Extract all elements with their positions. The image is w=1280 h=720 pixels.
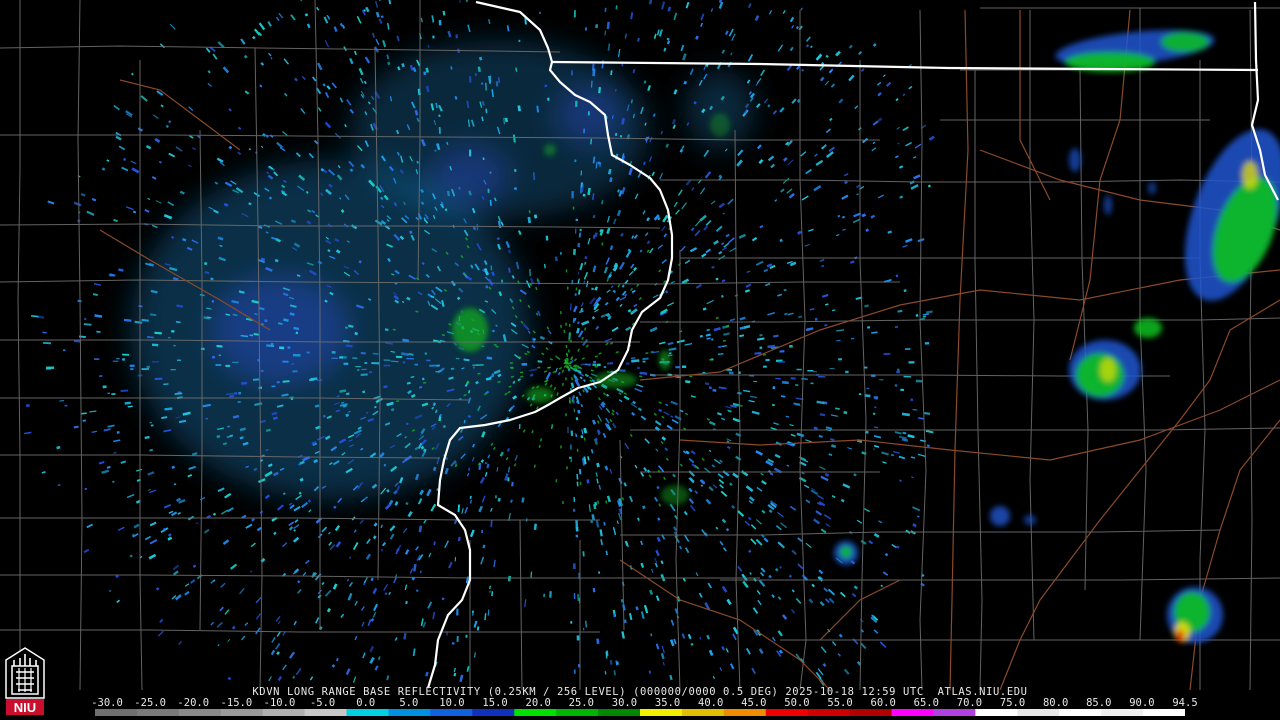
scale-label: 65.0 [913, 697, 939, 709]
scale-label: 60.0 [870, 697, 896, 709]
scale-swatch [933, 709, 976, 716]
scale-label: 85.0 [1086, 697, 1112, 709]
scale-swatch [430, 709, 473, 716]
scale-swatch [1101, 709, 1144, 716]
scale-swatch [765, 709, 809, 716]
scale-label: 80.0 [1042, 697, 1069, 709]
scale-label: 10.0 [439, 697, 465, 709]
scale-swatch [891, 709, 935, 716]
scale-label: 5.0 [399, 697, 419, 709]
scale-swatch [304, 709, 348, 716]
scale-swatch [556, 709, 599, 716]
scale-swatch [346, 709, 390, 716]
niu-logo-text: NIU [14, 700, 36, 715]
scale-label: 30.0 [611, 697, 638, 709]
niu-logo: NIU [5, 647, 45, 715]
scale-label: 15.0 [482, 697, 508, 709]
scale-swatch [1017, 709, 1060, 716]
scale-label: 90.0 [1129, 697, 1155, 709]
scale-swatch [136, 709, 180, 716]
scale-label: 35.0 [654, 697, 681, 709]
scale-swatch [178, 709, 222, 716]
scale-swatch [723, 709, 767, 716]
scale-swatch [1143, 709, 1185, 716]
scale-label: -25.0 [134, 697, 166, 709]
scale-swatch [807, 709, 851, 716]
scale-label: -15.0 [220, 697, 253, 709]
scale-label: -20.0 [177, 697, 210, 709]
scale-label: 20.0 [525, 697, 551, 709]
scale-label: 75.0 [999, 697, 1026, 709]
radar-map [0, 0, 1280, 720]
scale-swatch [681, 709, 725, 716]
scale-swatch [514, 709, 557, 716]
scale-swatch [95, 709, 138, 716]
scale-label: 25.0 [568, 697, 594, 709]
scale-label: -5.0 [309, 697, 336, 709]
scale-label: 40.0 [698, 697, 724, 709]
scale-swatch [849, 709, 893, 716]
scale-label: 70.0 [956, 697, 983, 709]
scale-swatch [220, 709, 264, 716]
scale-swatch [975, 709, 1018, 716]
scale-swatch [388, 709, 431, 716]
scale-swatch [262, 709, 306, 716]
reflectivity-scale-labels: -30.0 -25.0 -20.0 -15.0 -10.0 -5.0 0.0 5.0 10.0 1… [91, 697, 1198, 709]
scale-label: -10.0 [263, 697, 296, 709]
scale-label: -30.0 [91, 697, 123, 709]
scale-swatch [640, 709, 683, 716]
scale-swatch [472, 709, 515, 716]
scale-swatch [1059, 709, 1102, 716]
reflectivity-color-scale [95, 709, 1185, 716]
scale-label: 55.0 [827, 697, 853, 709]
scale-label: 0.0 [356, 697, 376, 709]
scale-swatch [598, 709, 641, 716]
scale-label: 45.0 [741, 697, 767, 709]
scale-label: 94.5 [1172, 697, 1198, 709]
scale-label: 50.0 [784, 697, 810, 709]
